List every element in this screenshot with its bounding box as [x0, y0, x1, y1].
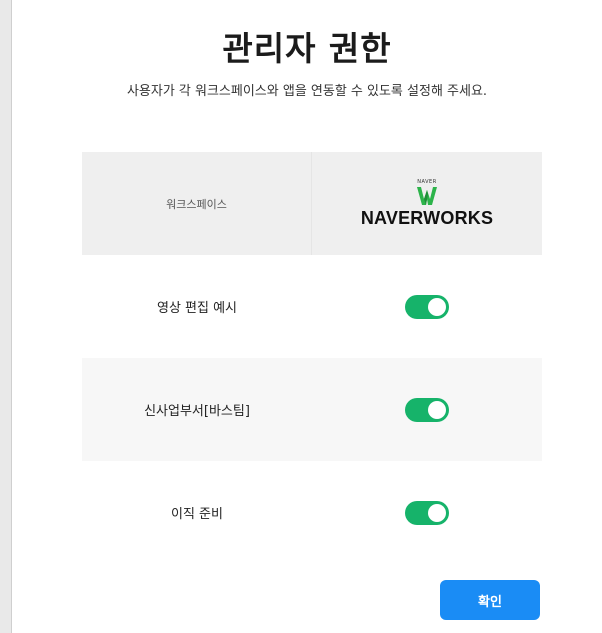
- workspace-column-header: 워크스페이스: [82, 152, 312, 255]
- naverworks-logo: NAVER NAVERWORKS: [361, 179, 493, 229]
- page-title: 관리자 권한: [222, 29, 392, 68]
- workspace-name: 신사업부서[바스팀]: [144, 404, 250, 419]
- toggle-knob: [428, 503, 446, 522]
- permission-table: 워크스페이스 NAVER NAVERWORKS 영상 편집 예시 신사업부서[바…: [82, 152, 542, 564]
- app-column-header: NAVER NAVERWORKS: [312, 179, 542, 229]
- table-row: 영상 편집 예시: [82, 255, 542, 358]
- logo-brand-small: NAVER: [417, 178, 437, 185]
- admin-permission-dialog: 관리자 권한 사용자가 각 워크스페이스와 앱을 연동할 수 있도록 설정해 주…: [11, 0, 602, 633]
- toggle-knob: [428, 400, 446, 419]
- naverworks-toggle-switch[interactable]: [405, 294, 449, 319]
- page-subtitle: 사용자가 각 워크스페이스와 앱을 연동할 수 있도록 설정해 주세요.: [126, 84, 488, 99]
- table-row: 이직 준비: [82, 461, 542, 564]
- naverworks-toggle-switch[interactable]: [405, 397, 449, 422]
- confirm-button[interactable]: 확인: [440, 580, 540, 620]
- logo-brand-name: NAVERWORKS: [360, 207, 494, 228]
- workspace-name: 이직 준비: [171, 507, 223, 522]
- toggle-knob: [428, 297, 446, 316]
- naverworks-logo-icon: [417, 186, 437, 205]
- table-header: 워크스페이스 NAVER NAVERWORKS: [82, 152, 542, 255]
- workspace-name: 영상 편집 예시: [156, 301, 238, 316]
- naverworks-toggle-switch[interactable]: [405, 500, 449, 525]
- table-row: 신사업부서[바스팀]: [82, 358, 542, 461]
